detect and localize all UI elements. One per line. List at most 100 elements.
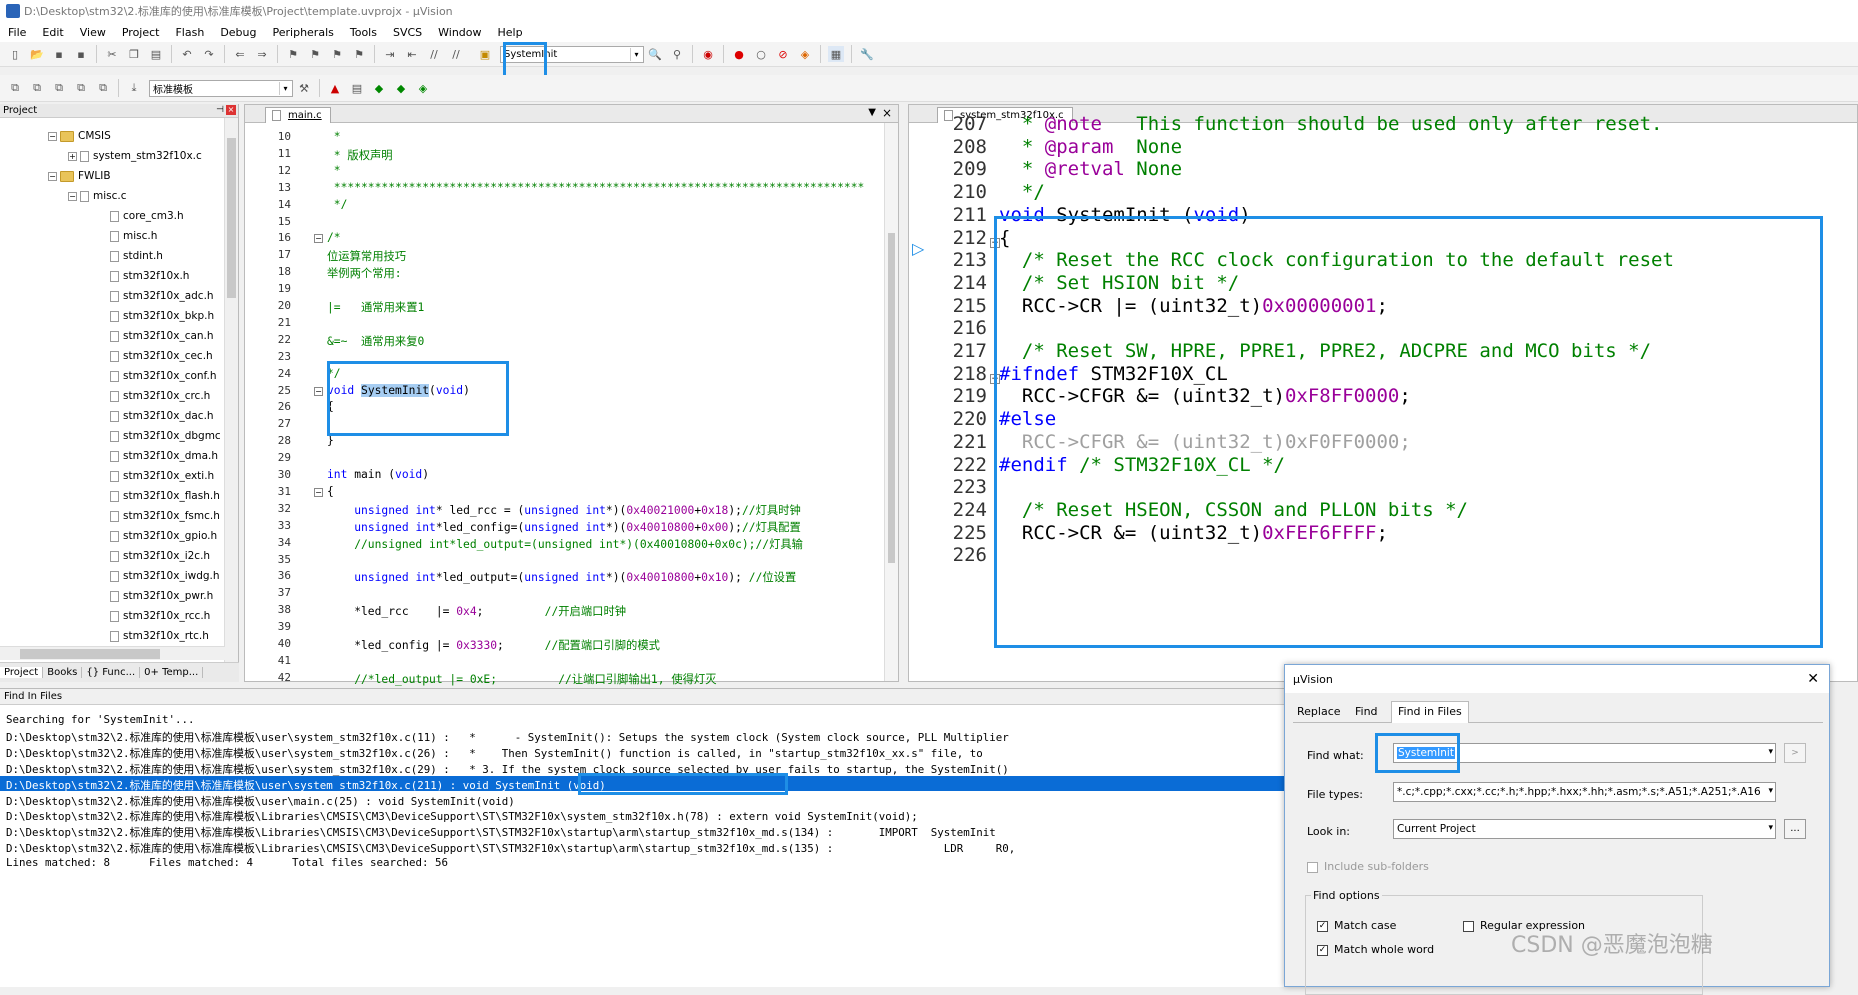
tree-file[interactable]: stm32f10x_conf.h xyxy=(110,370,216,382)
tree-vertical-scrollbar[interactable] xyxy=(224,118,238,666)
breakpoint-kill-icon[interactable]: ◈ xyxy=(797,46,813,62)
browse-button[interactable]: ... xyxy=(1784,819,1806,839)
redo-icon[interactable]: ↷ xyxy=(201,46,217,62)
match-case-checkbox[interactable]: ✓ xyxy=(1317,920,1328,932)
fold-toggle-icon[interactable]: − xyxy=(314,386,323,396)
chevron-down-icon[interactable]: ▾ xyxy=(1766,786,1773,796)
tab-functions[interactable]: {} Func... xyxy=(82,667,141,678)
chevron-down-icon[interactable]: ▾ xyxy=(630,47,642,61)
tab-find[interactable]: Find xyxy=(1355,705,1378,718)
new-file-icon[interactable]: ▯ xyxy=(7,46,23,62)
tab-templates[interactable]: 0+ Temp... xyxy=(140,667,204,678)
menu-help[interactable]: Help xyxy=(490,26,531,39)
window-layout-icon[interactable]: ▦ xyxy=(828,46,844,62)
tree-expander-icon[interactable]: + xyxy=(68,151,77,161)
download-icon[interactable]: ⤓ xyxy=(126,80,142,96)
tree-file[interactable]: stm32f10x.h xyxy=(110,270,189,282)
tree-folder[interactable]: − FWLIB xyxy=(48,170,111,182)
find-result-line[interactable]: D:\Desktop\stm32\2.标准库的使用\标准库模板\user\sys… xyxy=(6,745,1278,761)
tree-expander-icon[interactable]: − xyxy=(48,131,57,141)
fold-toggle-icon[interactable]: − xyxy=(314,487,323,497)
tree-file[interactable]: stm32f10x_i2c.h xyxy=(110,550,210,562)
menu-flash[interactable]: Flash xyxy=(167,26,212,39)
tab-main-c[interactable]: main.c xyxy=(265,107,331,123)
cut-icon[interactable]: ✂ xyxy=(104,46,120,62)
breakpoint-disable-icon[interactable]: ○ xyxy=(753,46,769,62)
nav-forward-icon[interactable]: ⇒ xyxy=(254,46,270,62)
tree-folder[interactable]: − CMSIS xyxy=(48,130,111,142)
breakpoint-clear-icon[interactable]: ⊘ xyxy=(775,46,791,62)
bookmark-clear-icon[interactable]: ⚑ xyxy=(351,46,367,62)
close-icon[interactable]: × xyxy=(226,105,236,115)
tree-file[interactable]: stm32f10x_flash.h xyxy=(110,490,220,502)
find-result-line[interactable]: D:\Desktop\stm32\2.标准库的使用\标准库模板\Librarie… xyxy=(6,840,1278,856)
find-icon[interactable]: 🔍 xyxy=(647,46,663,62)
menu-peripherals[interactable]: Peripherals xyxy=(265,26,342,39)
comment-icon[interactable]: // xyxy=(426,46,442,62)
tree-expander-icon[interactable]: − xyxy=(68,191,77,201)
tree-file[interactable]: stm32f10x_dac.h xyxy=(110,410,214,422)
whole-word-checkbox[interactable]: ✓ xyxy=(1317,944,1328,956)
find-result-line[interactable]: D:\Desktop\stm32\2.标准库的使用\标准库模板\user\sys… xyxy=(6,729,1278,745)
tree-file[interactable]: stdint.h xyxy=(110,250,163,262)
menu-debug[interactable]: Debug xyxy=(212,26,264,39)
batch-build-icon[interactable]: ⧉ xyxy=(73,80,89,96)
translate-icon[interactable]: ⧉ xyxy=(7,80,23,96)
select-packs-icon[interactable]: ◈ xyxy=(415,80,431,96)
paste-icon[interactable]: ▤ xyxy=(148,46,164,62)
tree-file[interactable]: stm32f10x_exti.h xyxy=(110,470,214,482)
find-result-line[interactable]: D:\Desktop\stm32\2.标准库的使用\标准库模板\Librarie… xyxy=(6,824,1278,840)
unindent-icon[interactable]: ⇤ xyxy=(404,46,420,62)
menu-edit[interactable]: Edit xyxy=(34,26,71,39)
manage-components-icon[interactable]: ▲ xyxy=(327,80,343,96)
configure-icon[interactable]: 🔧 xyxy=(859,46,875,62)
menu-view[interactable]: View xyxy=(72,26,114,39)
close-icon[interactable]: × xyxy=(882,106,892,120)
tab-books[interactable]: Books xyxy=(43,667,83,678)
include-subfolders-option[interactable]: Include sub-folders xyxy=(1307,860,1429,873)
editor-main-scroll-thumb[interactable] xyxy=(888,233,895,563)
uncomment-icon[interactable]: // xyxy=(448,46,464,62)
indent-icon[interactable]: ⇥ xyxy=(382,46,398,62)
tree-file[interactable]: misc.h xyxy=(110,230,157,242)
bookmark-icon[interactable]: ⚑ xyxy=(285,46,301,62)
bookmark-prev-icon[interactable]: ⚑ xyxy=(307,46,323,62)
tree-file[interactable]: stm32f10x_dma.h xyxy=(110,450,218,462)
close-icon[interactable]: ✕ xyxy=(1807,671,1819,687)
save-all-icon[interactable]: ▪ xyxy=(73,46,89,62)
tab-project[interactable]: Project xyxy=(0,667,44,678)
tree-file[interactable]: stm32f10x_adc.h xyxy=(110,290,214,302)
fold-toggle-icon[interactable]: − xyxy=(314,234,323,244)
target-options-icon[interactable]: ⚒ xyxy=(296,80,312,96)
tree-scroll-thumb[interactable] xyxy=(227,138,236,298)
pin-icon[interactable]: ⊣ xyxy=(216,105,224,115)
rebuild-icon[interactable]: ⧉ xyxy=(51,80,67,96)
tree-horizontal-scrollbar[interactable] xyxy=(0,646,225,660)
menu-project[interactable]: Project xyxy=(114,26,168,39)
regex-helper-button[interactable]: > xyxy=(1784,743,1806,763)
stop-build-icon[interactable]: ⧉ xyxy=(95,80,111,96)
chevron-down-icon[interactable]: ▾ xyxy=(1768,823,1773,833)
whole-word-option[interactable]: ✓ Match whole word xyxy=(1317,943,1434,956)
tree-file[interactable]: stm32f10x_rtc.h xyxy=(110,630,209,642)
find-in-files-icon[interactable]: ▣ xyxy=(477,46,493,62)
editor-main-scrollbar[interactable] xyxy=(884,123,898,681)
target-combo[interactable]: 标准模板 ▾ xyxy=(149,79,293,97)
tab-find-in-files[interactable]: Find in Files xyxy=(1391,701,1469,723)
tree-file[interactable]: stm32f10x_iwdg.h xyxy=(110,570,220,582)
tree-file[interactable]: − misc.c xyxy=(68,190,127,202)
tree-expander-icon[interactable]: − xyxy=(48,171,57,181)
copy-icon[interactable]: ❐ xyxy=(126,46,142,62)
regex-checkbox[interactable] xyxy=(1463,920,1474,932)
run-time-env-icon[interactable]: ◆ xyxy=(371,80,387,96)
tree-file[interactable]: stm32f10x_rcc.h xyxy=(110,610,210,622)
file-extensions-icon[interactable]: ▤ xyxy=(349,80,365,96)
tree-file[interactable]: stm32f10x_gpio.h xyxy=(110,530,217,542)
tree-file[interactable]: + system_stm32f10x.c xyxy=(68,150,202,162)
menu-svcs[interactable]: SVCS xyxy=(385,26,430,39)
tree-file[interactable]: stm32f10x_crc.h xyxy=(110,390,210,402)
look-in-select[interactable]: Current Project ▾ xyxy=(1393,819,1776,839)
chevron-down-icon[interactable]: ▼ xyxy=(868,107,876,118)
match-case-option[interactable]: ✓ Match case xyxy=(1317,919,1396,932)
breakpoint-icon[interactable]: ● xyxy=(731,46,747,62)
